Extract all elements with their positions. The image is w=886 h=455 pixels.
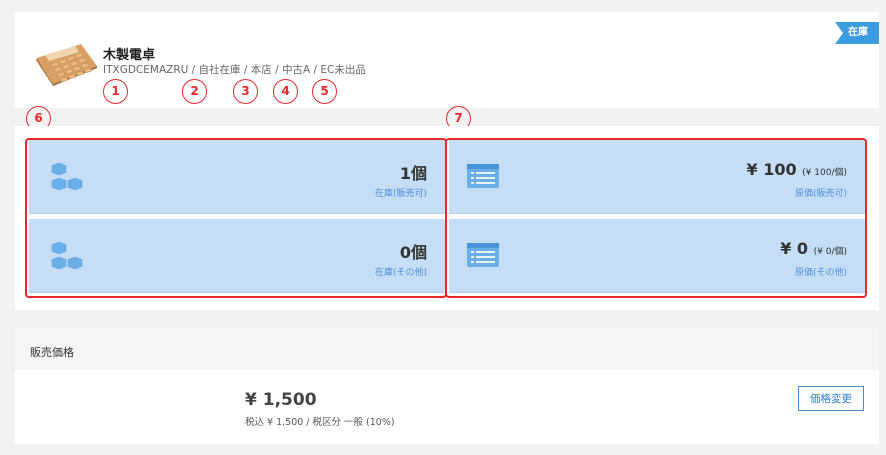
annotation-box-stock <box>25 138 447 298</box>
product-tag-condition: 中古A <box>281 64 311 76</box>
sale-price-detail: 税込 ¥ 1,500 / 税区分 一般 (10%) <box>245 417 395 428</box>
sale-price-panel: 販売価格 ¥ 1,500 税込 ¥ 1,500 / 税区分 一般 (10%) 価… <box>15 328 879 444</box>
annotation-box-cost <box>445 138 867 298</box>
product-card: 木製電卓 ITXGDCEMAZRU / 自社在庫 / 本店 / 中古A / EC… <box>15 12 879 108</box>
annotation-marker-4: 4 <box>273 79 298 104</box>
product-name: 木製電卓 <box>103 48 156 63</box>
annotation-marker-2: 2 <box>182 79 207 104</box>
product-tag-ec-status: EC未出品 <box>320 64 366 76</box>
meta-separator: / <box>271 64 282 76</box>
meta-separator: / <box>188 64 199 76</box>
sale-price-value: ¥ 1,500 <box>245 390 317 410</box>
annotation-marker-1: 1 <box>103 79 128 104</box>
product-meta: ITXGDCEMAZRU / 自社在庫 / 本店 / 中古A / EC未出品 <box>103 62 366 77</box>
meta-separator: / <box>310 64 321 76</box>
product-sku: ITXGDCEMAZRU <box>103 64 189 76</box>
product-tag-stock-owner: 自社在庫 <box>198 64 241 76</box>
change-price-button[interactable]: 価格変更 <box>798 386 864 411</box>
stats-panel: 1個 在庫(販売可) 0個 在庫(その他) ¥ 100 (¥ 100/個) 原価… <box>15 126 879 310</box>
calculator-image <box>36 44 97 86</box>
status-badge: 在庫 <box>835 22 879 44</box>
sale-price-title: 販売価格 <box>30 346 74 359</box>
annotation-marker-3: 3 <box>233 79 258 104</box>
sale-price-header: 販売価格 <box>15 328 879 370</box>
annotation-marker-5: 5 <box>312 79 337 104</box>
meta-separator: / <box>240 64 251 76</box>
product-tag-store: 本店 <box>250 64 272 76</box>
